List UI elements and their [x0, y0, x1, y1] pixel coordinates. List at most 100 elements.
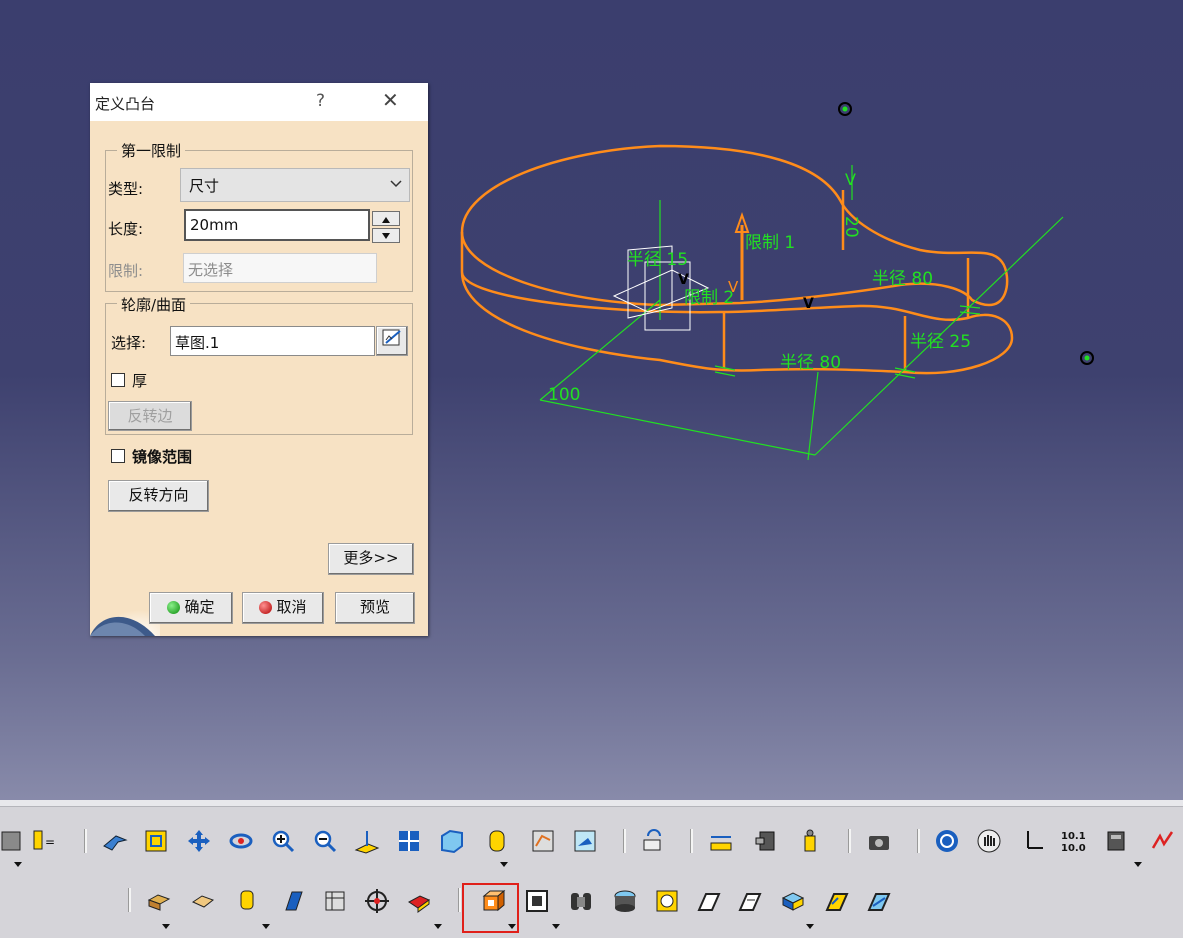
thickness-icon[interactable] [780, 888, 806, 914]
define-pad-dialog[interactable]: 定义凸台 ? ✕ 第一限制 类型: 尺寸 长度: 20mm 限制: 无选择 轮廓… [90, 83, 428, 636]
mirrored-extent-label: 镜像范围 [132, 448, 193, 466]
dropdown-mark[interactable] [508, 924, 516, 929]
shaft-icon[interactable] [234, 888, 260, 914]
reverse-side-button[interactable]: 反转边 [108, 401, 192, 431]
axis-system-icon[interactable] [1020, 828, 1046, 854]
ok-icon [167, 601, 181, 614]
numeric-icon[interactable]: 10.1 10.0 [1060, 828, 1086, 854]
ok-button[interactable]: 确定 [149, 592, 233, 624]
marker-v-1: V [678, 272, 689, 288]
select-label: 选择: [111, 334, 147, 352]
dropdown-mark[interactable] [500, 862, 508, 867]
multi-sections-icon[interactable] [612, 888, 638, 914]
normal-view-icon[interactable] [354, 828, 380, 854]
hole-icon[interactable] [322, 888, 348, 914]
isometric-view-icon[interactable] [438, 828, 464, 854]
type-combo[interactable]: 尺寸 [180, 168, 410, 202]
chevron-down-icon [390, 180, 402, 188]
toolbar-separator [458, 888, 461, 912]
dropdown-mark[interactable] [162, 924, 170, 929]
sketch-edit-button[interactable] [376, 326, 408, 356]
update-icon[interactable] [640, 828, 666, 854]
toolbar-row-1: = 10.1 10.0 [0, 828, 1183, 874]
type-value: 尺寸 [189, 177, 220, 195]
view-mode-icon[interactable] [484, 828, 510, 854]
knowledge-icon[interactable] [1150, 828, 1176, 854]
pocket-icon[interactable] [190, 888, 216, 914]
pan-icon[interactable] [186, 828, 212, 854]
dropdown-mark[interactable] [14, 862, 22, 867]
mirrored-extent-checkbox[interactable] [111, 449, 125, 463]
dimension-lines [539, 165, 1064, 461]
preview-button[interactable]: 预览 [335, 592, 415, 624]
profile-group-label: 轮廓/曲面 [117, 294, 191, 315]
marker-v-2: V [803, 296, 814, 312]
length-spinner[interactable] [372, 211, 400, 243]
marker-v-3: V [728, 278, 739, 296]
slot-icon[interactable] [406, 888, 432, 914]
thick-checkbox[interactable] [111, 373, 125, 387]
length-label: 长度: [108, 220, 144, 238]
toolbar-separator [84, 829, 87, 853]
stiffener-icon[interactable] [524, 888, 550, 914]
pad-icon[interactable] [480, 888, 506, 914]
capture-icon[interactable] [866, 828, 892, 854]
hand-icon[interactable] [976, 828, 1002, 854]
measure-item-icon[interactable] [754, 828, 780, 854]
reverse-direction-button[interactable]: 反转方向 [108, 480, 209, 512]
specification-tree-icon[interactable]: = [30, 828, 56, 854]
measure-inertia-icon[interactable] [797, 828, 823, 854]
zoom-in-icon[interactable] [270, 828, 296, 854]
draft-icon[interactable] [696, 888, 722, 914]
catalog-icon[interactable] [934, 828, 960, 854]
dropdown-mark[interactable] [806, 924, 814, 929]
dialog-titlebar[interactable]: 定义凸台 ? ✕ [90, 83, 428, 121]
measure-between-icon[interactable] [708, 828, 734, 854]
apply-material-icon[interactable] [1104, 828, 1130, 854]
swap-visible-icon[interactable] [572, 828, 598, 854]
length-20-label: 20 [841, 216, 861, 238]
close-button[interactable]: ✕ [382, 89, 399, 111]
svg-text:=: = [45, 835, 55, 849]
more-button[interactable]: 更多>> [328, 543, 414, 575]
toolbar-divider [0, 800, 1183, 807]
help-button[interactable]: ? [316, 91, 325, 111]
svg-text:10.0: 10.0 [1061, 843, 1086, 854]
pad-icon-sketch-based[interactable] [146, 888, 172, 914]
length-value: 20mm [190, 216, 239, 234]
multi-view-icon[interactable] [396, 828, 422, 854]
cancel-button[interactable]: 取消 [242, 592, 324, 624]
removed-multi-sections-icon[interactable] [654, 888, 680, 914]
marker-v-4: V [845, 170, 856, 189]
toolbar-separator [623, 829, 626, 853]
thread-icon[interactable] [824, 888, 850, 914]
toolbar-separator [690, 829, 693, 853]
solid-combine-icon[interactable] [568, 888, 594, 914]
limit-2-label: 限制 2 [684, 288, 734, 308]
dropdown-mark[interactable] [1134, 862, 1142, 867]
spin-up-icon[interactable] [372, 211, 400, 226]
dropdown-mark[interactable] [262, 924, 270, 929]
fit-all-icon[interactable] [143, 828, 169, 854]
hide-show-icon[interactable] [530, 828, 556, 854]
svg-text:10.1: 10.1 [1061, 831, 1086, 842]
fly-mode-icon[interactable] [102, 828, 128, 854]
dropdown-mark[interactable] [434, 924, 442, 929]
rib-icon[interactable] [364, 888, 390, 914]
zoom-out-icon[interactable] [312, 828, 338, 854]
dropdown-mark[interactable] [552, 924, 560, 929]
toolbar-row-2 [0, 883, 1183, 934]
radius-15-label: 半径 15 [627, 250, 688, 270]
length-input[interactable]: 20mm [184, 209, 370, 241]
profile-selection-field[interactable]: 草图.1 [170, 326, 375, 356]
save-icon[interactable] [0, 828, 26, 854]
shell-icon[interactable] [737, 888, 763, 914]
profile-selection-value: 草图.1 [175, 334, 220, 352]
spin-down-icon[interactable] [372, 228, 400, 243]
remove-face-icon[interactable] [866, 888, 892, 914]
thick-label: 厚 [132, 372, 148, 390]
groove-icon[interactable] [280, 888, 306, 914]
rotate-icon[interactable] [228, 828, 254, 854]
ok-label: 确定 [184, 598, 215, 616]
toolbar-separator [128, 888, 131, 912]
